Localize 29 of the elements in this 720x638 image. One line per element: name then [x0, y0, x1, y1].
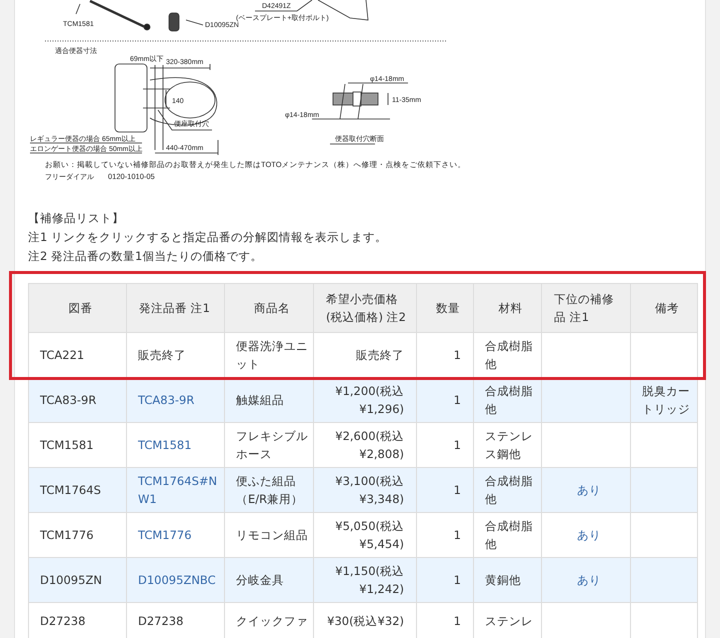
column-header: 商品名: [224, 284, 314, 332]
table-cell: 1: [416, 558, 474, 602]
note-text: 注1 リンクをクリックすると指定品番の分解図情報を表示します。: [28, 229, 388, 246]
table-cell: ¥1,200(税込¥1,296): [314, 378, 416, 422]
table-cell: 合成樹脂他: [474, 378, 542, 422]
note-text: 注2 発注品番の数量1個当たりの価格です。: [28, 248, 264, 265]
table-cell: 分岐金具: [224, 558, 314, 602]
table-cell: 触媒組品: [224, 378, 314, 422]
column-header: 材料: [474, 284, 542, 332]
note-text: 【補修品リスト】: [28, 210, 125, 227]
column-header: 数量: [416, 284, 474, 332]
table-cell: TCA83-9R: [28, 378, 126, 422]
table-cell: 合成樹脂他: [474, 468, 542, 512]
table-cell: ¥3,100(税込¥3,348): [314, 468, 416, 512]
table-cell: D27238: [28, 602, 126, 638]
column-header: 図番: [28, 284, 126, 332]
table-cell: TCA221: [28, 332, 126, 378]
table-cell: TCM1764S: [28, 468, 126, 512]
table-cell: 便ふた組品（E/R兼用）: [224, 468, 314, 512]
table-cell: 1: [416, 378, 474, 422]
column-header: 発注品番 注1: [126, 284, 224, 332]
column-header: 希望小売価格 (税込価格) 注2: [314, 284, 416, 332]
table-cell: 1: [416, 468, 474, 512]
column-header: 備考: [630, 284, 698, 332]
table-cell: D10095ZN: [28, 558, 126, 602]
column-header: 下位の補修品 注1: [542, 284, 630, 332]
table-cell: 脱臭カートリッジ: [630, 378, 698, 422]
table-cell: 黄銅他: [474, 558, 542, 602]
table-cell: ¥1,150(税込¥1,242): [314, 558, 416, 602]
